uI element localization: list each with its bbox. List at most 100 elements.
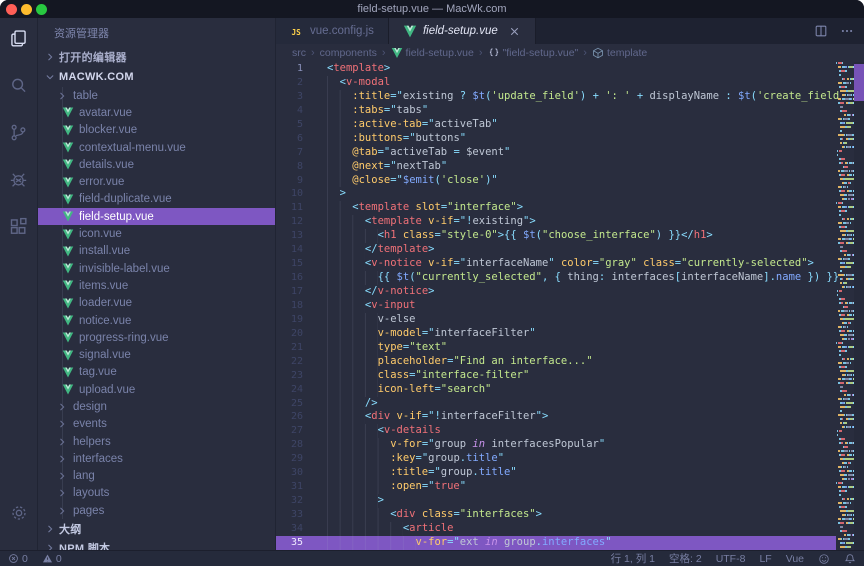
status-item-3[interactable]: UTF-8	[716, 553, 746, 565]
status-feedback[interactable]	[818, 553, 830, 565]
code-line-25[interactable]: 25/>	[276, 397, 836, 411]
line-number[interactable]: 21	[276, 341, 318, 355]
code-line-14[interactable]: 14</template>	[276, 243, 836, 257]
line-number[interactable]: 10	[276, 187, 318, 201]
breadcrumb-item-2[interactable]: components	[320, 47, 377, 59]
tree-item-interfaces[interactable]: interfaces	[38, 450, 275, 467]
status-item-5[interactable]: Vue	[786, 553, 804, 565]
line-number[interactable]: 2	[276, 76, 318, 90]
code-line-28[interactable]: 28v-for="group in interfacesPopular"	[276, 438, 836, 452]
code-line-8[interactable]: 8@next="nextTab"	[276, 160, 836, 174]
code-line-35[interactable]: 35v-for="ext in group.interfaces"	[276, 536, 836, 550]
code-line-11[interactable]: 11<template slot="interface">	[276, 201, 836, 215]
code-line-16[interactable]: 16{{ $t("currently_selected", { thing: i…	[276, 271, 836, 285]
close-window-button[interactable]	[6, 4, 17, 15]
tree-item-layouts[interactable]: layouts	[38, 485, 275, 502]
line-number[interactable]: 3	[276, 90, 318, 104]
line-number[interactable]: 12	[276, 215, 318, 229]
code-line-15[interactable]: 15<v-notice v-if="interfaceName" color="…	[276, 257, 836, 271]
code-line-5[interactable]: 5:active-tab="activeTab"	[276, 118, 836, 132]
code-line-12[interactable]: 12<template v-if="!existing">	[276, 215, 836, 229]
tree-item-table[interactable]: table	[38, 87, 275, 104]
activity-item-search[interactable]	[0, 75, 38, 122]
line-number[interactable]: 23	[276, 369, 318, 383]
split-icon[interactable]	[814, 24, 828, 38]
code-line-13[interactable]: 13<h1 class="style-0">{{ $t("choose_inte…	[276, 229, 836, 243]
activity-item-source-control[interactable]	[0, 122, 38, 169]
tree-item-tag.vue[interactable]: tag.vue	[38, 364, 275, 381]
minimize-window-button[interactable]	[21, 4, 32, 15]
activity-item-explorer[interactable]	[0, 28, 38, 75]
line-number[interactable]: 14	[276, 243, 318, 257]
code-line-32[interactable]: 32>	[276, 494, 836, 508]
status-errors[interactable]: 0	[8, 553, 28, 565]
tree-item-install.vue[interactable]: install.vue	[38, 243, 275, 260]
code-line-7[interactable]: 7@tab="activeTab = $event"	[276, 146, 836, 160]
code-line-2[interactable]: 2<v-modal	[276, 76, 836, 90]
tab-field-setup.vue[interactable]: field-setup.vue	[389, 18, 536, 44]
sidebar-section-MACWK.COM[interactable]: MACWK.COM	[38, 67, 275, 87]
tab-vue.config.js[interactable]: JSvue.config.js	[276, 18, 389, 44]
code-line-20[interactable]: 20v-model="interfaceFilter"	[276, 327, 836, 341]
tree-item-blocker.vue[interactable]: blocker.vue	[38, 122, 275, 139]
tree-item-signal.vue[interactable]: signal.vue	[38, 346, 275, 363]
tree-item-contextual-menu.vue[interactable]: contextual-menu.vue	[38, 139, 275, 156]
tree-item-details.vue[interactable]: details.vue	[38, 156, 275, 173]
code-line-31[interactable]: 31:open="true"	[276, 480, 836, 494]
line-number[interactable]: 17	[276, 285, 318, 299]
breadcrumb-item-1[interactable]: src	[292, 47, 306, 59]
tree-item-lang[interactable]: lang	[38, 468, 275, 485]
code-line-1[interactable]: 1<template>	[276, 62, 836, 76]
tree-item-icon.vue[interactable]: icon.vue	[38, 225, 275, 242]
code-line-26[interactable]: 26<div v-if="!interfaceFilter">	[276, 410, 836, 424]
status-item-1[interactable]: 行 1, 列 1	[611, 551, 655, 566]
line-number[interactable]: 25	[276, 397, 318, 411]
line-number[interactable]: 33	[276, 508, 318, 522]
sidebar-section-大纲[interactable]: 大纲	[38, 519, 275, 538]
code-line-27[interactable]: 27<v-details	[276, 424, 836, 438]
tree-item-error.vue[interactable]: error.vue	[38, 173, 275, 190]
tree-item-invisible-label.vue[interactable]: invisible-label.vue	[38, 260, 275, 277]
line-number[interactable]: 28	[276, 438, 318, 452]
code-line-17[interactable]: 17</v-notice>	[276, 285, 836, 299]
code-line-18[interactable]: 18<v-input	[276, 299, 836, 313]
line-number[interactable]: 26	[276, 410, 318, 424]
line-number[interactable]: 11	[276, 201, 318, 215]
sidebar-section-NPM 脚本[interactable]: NPM 脚本	[38, 538, 275, 550]
activity-item-extensions[interactable]	[0, 216, 38, 263]
status-warnings[interactable]: 0	[42, 553, 62, 565]
line-number[interactable]: 35	[276, 536, 318, 550]
line-number[interactable]: 18	[276, 299, 318, 313]
status-item-4[interactable]: LF	[759, 553, 771, 565]
line-number[interactable]: 9	[276, 174, 318, 188]
minimap[interactable]	[836, 62, 854, 550]
activity-item-settings[interactable]	[0, 503, 38, 550]
activity-item-debug[interactable]	[0, 169, 38, 216]
line-number[interactable]: 16	[276, 271, 318, 285]
code-line-33[interactable]: 33<div class="interfaces">	[276, 508, 836, 522]
line-number[interactable]: 13	[276, 229, 318, 243]
ellipsis-icon[interactable]	[840, 24, 854, 38]
line-number[interactable]: 30	[276, 466, 318, 480]
code-line-24[interactable]: 24icon-left="search"	[276, 383, 836, 397]
sidebar-section-打开的编辑器[interactable]: 打开的编辑器	[38, 47, 275, 67]
line-number[interactable]: 19	[276, 313, 318, 327]
tree-item-upload.vue[interactable]: upload.vue	[38, 381, 275, 398]
code-line-30[interactable]: 30:title="group.title"	[276, 466, 836, 480]
line-number[interactable]: 20	[276, 327, 318, 341]
line-number[interactable]: 22	[276, 355, 318, 369]
code-line-9[interactable]: 9@close="$emit('close')"	[276, 174, 836, 188]
code-line-21[interactable]: 21type="text"	[276, 341, 836, 355]
tree-item-loader.vue[interactable]: loader.vue	[38, 295, 275, 312]
line-number[interactable]: 29	[276, 452, 318, 466]
tree-item-avatar.vue[interactable]: avatar.vue	[38, 104, 275, 121]
scrollbar[interactable]	[854, 62, 864, 550]
line-number[interactable]: 34	[276, 522, 318, 536]
line-number[interactable]: 24	[276, 383, 318, 397]
code-line-4[interactable]: 4:tabs="tabs"	[276, 104, 836, 118]
line-number[interactable]: 27	[276, 424, 318, 438]
code-line-34[interactable]: 34<article	[276, 522, 836, 536]
line-number[interactable]: 6	[276, 132, 318, 146]
code-line-6[interactable]: 6:buttons="buttons"	[276, 132, 836, 146]
tree-item-pages[interactable]: pages	[38, 502, 275, 519]
